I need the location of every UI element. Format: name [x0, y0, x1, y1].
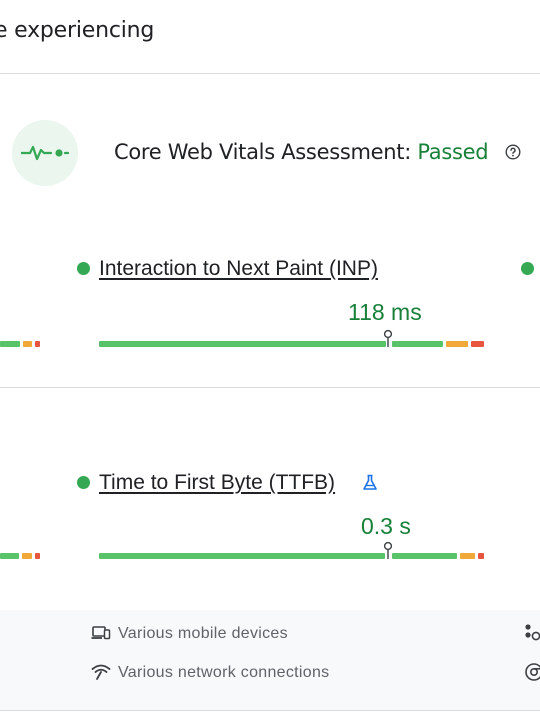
left-metric-poor-bar [35, 553, 40, 559]
ttfb-value: 0.3 s [361, 513, 411, 539]
inp-status-dot [77, 262, 90, 275]
assessment-status: Passed [417, 140, 489, 164]
flask-icon[interactable] [362, 474, 378, 491]
users-icon [524, 623, 540, 643]
inp-needs-improvement-bar [446, 341, 468, 347]
inp-value: 118 ms [348, 299, 422, 325]
inp-poor-bar [471, 341, 484, 347]
ttfb-good-bar [99, 553, 385, 559]
left-metric-needs-improvement-bar [23, 341, 32, 347]
assessment-label: Core Web Vitals Assessment: [114, 140, 411, 164]
ttfb-metric-link[interactable]: Time to First Byte (TTFB) [99, 471, 335, 495]
divider [0, 73, 540, 74]
inp-good-bar [99, 341, 386, 347]
section-heading: e experiencing [0, 18, 155, 43]
divider [0, 387, 540, 388]
inp-metric-link[interactable]: Interaction to Next Paint (INP) [99, 257, 378, 281]
ttfb-good-bar-continued [392, 553, 457, 559]
heartbeat-icon [12, 120, 78, 186]
chrome-icon [524, 662, 540, 682]
device-label: Various mobile devices [118, 625, 288, 642]
ttfb-status-dot [77, 476, 90, 489]
ttfb-poor-bar [478, 553, 484, 559]
assessment-title: Core Web Vitals Assessment: Passed [114, 140, 489, 164]
right-metric-status-dot [521, 262, 534, 275]
left-metric-good-bar [0, 341, 20, 347]
inp-good-bar-continued [392, 341, 443, 347]
network-label: Various network connections [118, 664, 330, 681]
left-metric-good-bar [0, 553, 19, 559]
ttfb-marker-pin [382, 541, 394, 559]
left-metric-poor-bar [35, 341, 40, 347]
ttfb-needs-improvement-bar [460, 553, 475, 559]
inp-marker-pin [382, 329, 394, 347]
help-circle-icon[interactable] [505, 144, 521, 160]
left-metric-needs-improvement-bar [22, 553, 32, 559]
divider [0, 710, 540, 711]
signal-icon [91, 662, 111, 682]
devices-icon [91, 623, 111, 643]
